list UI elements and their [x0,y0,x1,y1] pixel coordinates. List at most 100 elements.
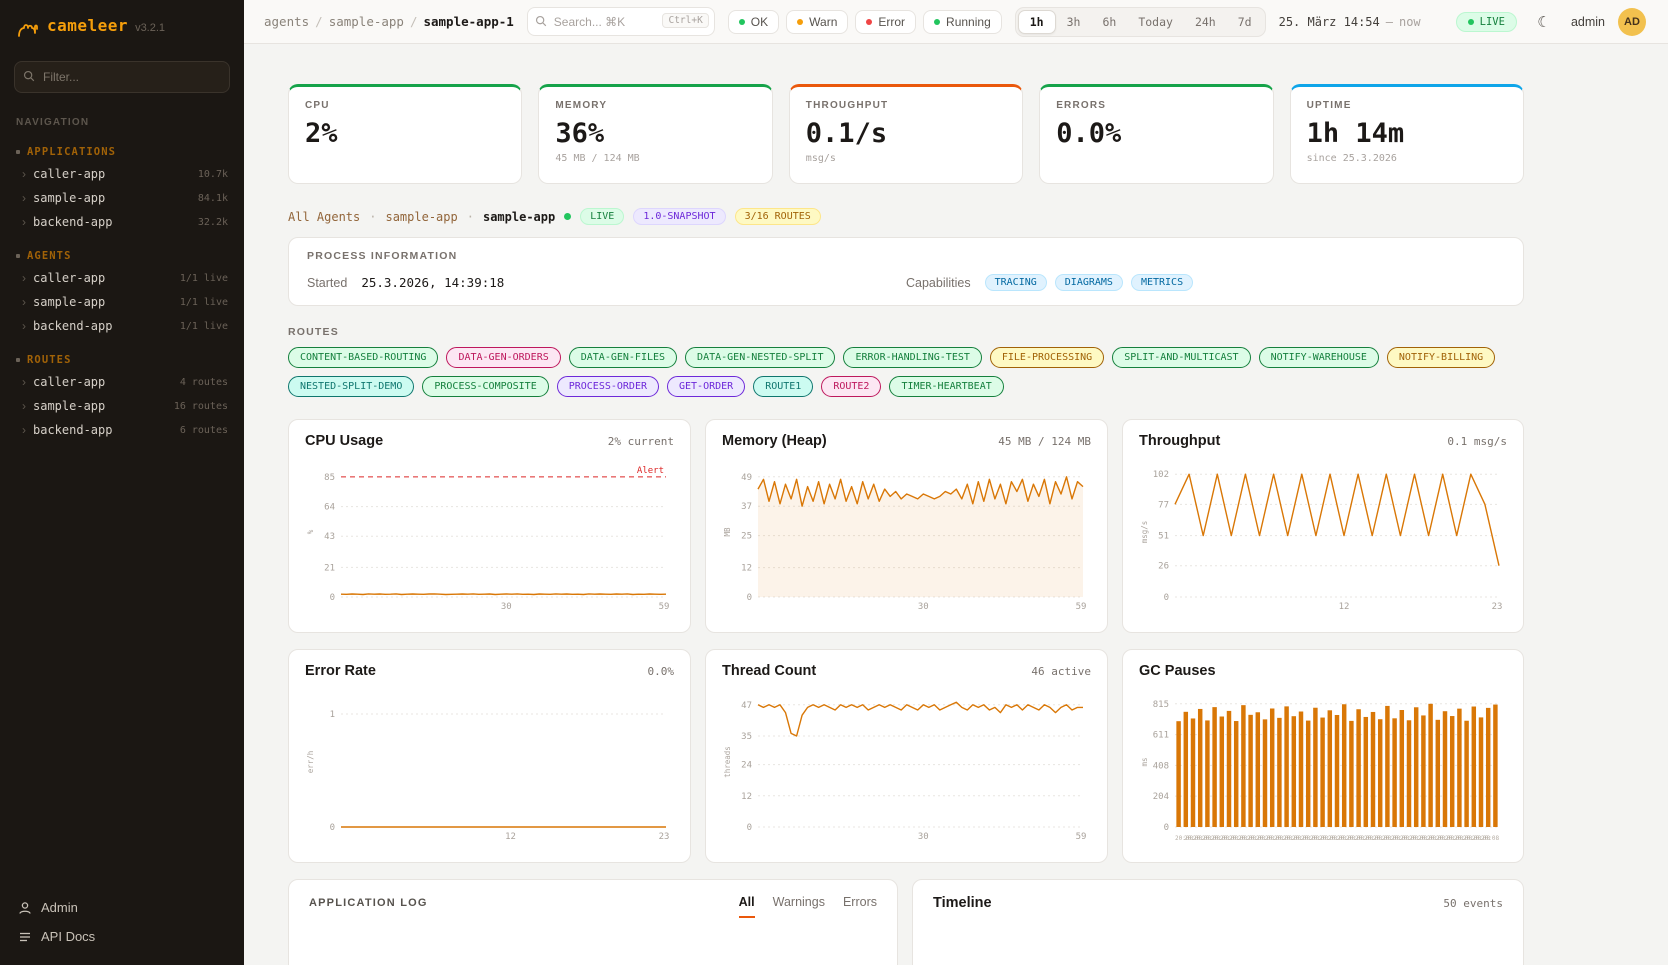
live-toggle[interactable]: LIVE [1456,12,1517,32]
log-tab-all[interactable]: All [739,895,755,918]
svg-text:43: 43 [324,532,335,542]
capability-badge-tracing: TRACING [985,274,1047,291]
log-tab-errors[interactable]: Errors [843,895,877,918]
section-marker-icon [16,150,20,154]
camel-logo-icon [16,16,40,43]
time-range-1h[interactable]: 1h [1018,10,1056,34]
svg-text:12: 12 [1339,602,1350,612]
breadcrumb-sample-app[interactable]: sample-app [329,14,404,29]
sidebar-item-admin[interactable]: Admin [0,893,244,922]
stat-card-row: CPU 2% MEMORY 36% 45 MB / 124 MB THROUGH… [288,84,1524,184]
svg-text:77: 77 [1158,500,1169,510]
log-tab-warnings[interactable]: Warnings [773,895,825,918]
sidebar-item-backend-app-agent[interactable]: ›backend-app1/1 live [0,314,244,338]
route-chip[interactable]: TIMER-HEARTBEAT [889,376,1003,397]
chart-card-error-rate: Error Rate0.0% 011223err/h [288,649,691,863]
route-chip[interactable]: DATA-GEN-NESTED-SPLIT [685,347,835,368]
sidebar-item-api-docs[interactable]: API Docs [0,922,244,951]
chevron-right-icon: › [22,399,26,413]
capabilities-row: Capabilities TRACING DIAGRAMS METRICS [906,274,1505,291]
breadcrumb-current: sample-app-1 [423,14,513,29]
sidebar-item-caller-app-agent[interactable]: ›caller-app1/1 live [0,266,244,290]
item-count-badge: 84.1k [198,193,228,204]
route-chip[interactable]: PROCESS-ORDER [557,376,659,397]
svg-text:59: 59 [659,602,670,612]
search-icon [535,15,547,27]
route-chip[interactable]: SPLIT-AND-MULTICAST [1112,347,1250,368]
chart-card-thread-count: Thread Count46 active 0122435473059threa… [705,649,1108,863]
route-chip[interactable]: DATA-GEN-FILES [569,347,677,368]
sidebar: cameleer v3.2.1 NAVIGATION APPLICATIONS … [0,0,244,965]
route-chip[interactable]: NOTIFY-WAREHOUSE [1259,347,1379,368]
route-chip[interactable]: ROUTE2 [821,376,881,397]
filter-chip-error[interactable]: Error [855,10,916,34]
started-value: 25.3.2026, 14:39:18 [361,275,504,290]
nav-section-label: NAVIGATION [0,99,244,130]
filter-chip-warn[interactable]: Warn [786,10,848,34]
route-chip[interactable]: DATA-GEN-ORDERS [446,347,560,368]
svg-text:%: % [306,529,315,534]
time-range-24h[interactable]: 24h [1184,11,1227,33]
svg-text:12: 12 [741,564,752,574]
status-filter-group: OK Warn Error Running [728,10,1002,34]
svg-text:0: 0 [1164,593,1169,603]
svg-text:47: 47 [741,701,752,711]
route-chip[interactable]: ROUTE1 [753,376,813,397]
log-tabs: All Warnings Errors [739,895,877,918]
breadcrumb-agents[interactable]: agents [264,14,309,29]
route-chip[interactable]: GET-ORDER [667,376,745,397]
time-range-3h[interactable]: 3h [1056,11,1092,33]
stat-card-throughput: THROUGHPUT 0.1/s msg/s [789,84,1023,184]
svg-text:0: 0 [747,593,752,603]
throughput-chart: 02651771021223msg/s [1139,457,1507,613]
chart-card-throughput: Throughput0.1 msg/s 02651771021223msg/s [1122,419,1524,633]
sidebar-item-backend-app-routes[interactable]: ›backend-app6 routes [0,418,244,442]
svg-text:85: 85 [324,473,335,483]
svg-text:204: 204 [1153,792,1169,802]
time-range-7d[interactable]: 7d [1227,11,1263,33]
version-badge: 1.0-SNAPSHOT [633,208,725,225]
time-range-6h[interactable]: 6h [1091,11,1127,33]
time-range-today[interactable]: Today [1127,11,1184,33]
svg-text:threads: threads [723,746,732,778]
item-count-badge: 4 routes [180,377,228,388]
route-chip[interactable]: NESTED-SPLIT-DEMO [288,376,414,397]
avatar[interactable]: AD [1618,8,1646,36]
application-log-title: APPLICATION LOG [309,897,428,909]
item-count-badge: 1/1 live [180,273,228,284]
sidebar-item-caller-app[interactable]: ›caller-app10.7k [0,162,244,186]
svg-text:Alert: Alert [637,466,664,476]
svg-text:30: 30 [918,602,929,612]
memory-heap-chart: 0122537493059MB [722,457,1091,613]
sidebar-item-backend-app[interactable]: ›backend-app32.2k [0,210,244,234]
main-content: CPU 2% MEMORY 36% 45 MB / 124 MB THROUGH… [244,44,1524,965]
sample-app-link[interactable]: sample-app [385,210,457,224]
chart-card-gc-pauses: GC Pauses 0204408611815ms20:0820:0820:08… [1122,649,1524,863]
chevron-right-icon: › [22,375,26,389]
time-range-selector: 1h 3h 6h Today 24h 7d [1015,7,1266,37]
sidebar-item-caller-app-routes[interactable]: ›caller-app4 routes [0,370,244,394]
all-agents-link[interactable]: All Agents [288,210,360,224]
route-chip[interactable]: PROCESS-COMPOSITE [422,376,548,397]
current-agent: sample-app [483,210,555,224]
sidebar-filter-input[interactable] [14,61,230,93]
route-chip[interactable]: CONTENT-BASED-ROUTING [288,347,438,368]
route-chip[interactable]: ERROR-HANDLING-TEST [843,347,981,368]
sidebar-section-agents: AGENTS ›caller-app1/1 live ›sample-app1/… [0,246,244,338]
section-marker-icon [16,254,20,258]
dark-mode-toggle[interactable]: ☾ [1530,8,1558,36]
moon-icon: ☾ [1537,14,1550,31]
route-chip[interactable]: FILE-PROCESSING [990,347,1104,368]
sidebar-item-sample-app-agent[interactable]: ›sample-app1/1 live [0,290,244,314]
sidebar-item-sample-app-routes[interactable]: ›sample-app16 routes [0,394,244,418]
section-marker-icon [16,358,20,362]
route-chip[interactable]: NOTIFY-BILLING [1387,347,1495,368]
breadcrumb: agents / sample-app / sample-app-1 [264,14,514,29]
filter-chip-running[interactable]: Running [923,10,1002,34]
date-range-display[interactable]: 25. März 14:54 – now [1279,15,1421,29]
sidebar-item-sample-app[interactable]: ›sample-app84.1k [0,186,244,210]
filter-chip-ok[interactable]: OK [728,10,779,34]
svg-text:35: 35 [741,732,752,742]
item-count-badge: 1/1 live [180,297,228,308]
agent-breadcrumb-bar: All Agents · sample-app · sample-app LIV… [288,208,1524,225]
